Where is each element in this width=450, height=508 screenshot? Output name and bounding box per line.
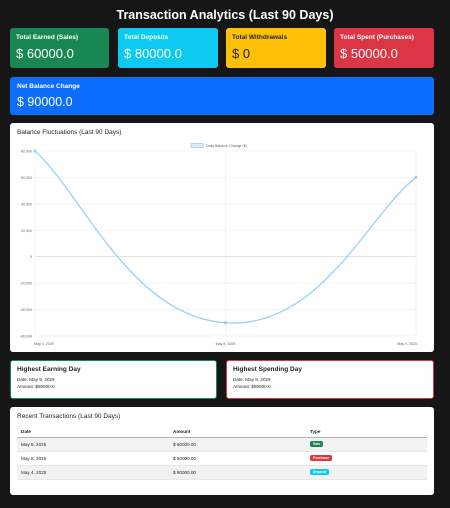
stat-label: Total Deposits [124,34,169,41]
x-tick-label: May 8, 2025 [216,342,236,346]
table-header-row: Date Amount Type [17,426,427,438]
column-header-amount: Amount [169,426,306,438]
row-date: May 9, 2025 [17,437,169,452]
stat-label: Total Earned (Sales) [16,34,79,41]
y-tick-label: 20,000 [21,229,32,233]
balance-line-chart: 80,000 60,000 40,000 20,000 0 -20,000 -40,000 -… [20,143,418,346]
transactions-table: Date Amount Type May 9, 2025 $ 60000.00 … [17,426,427,480]
stat-value: $ 80000.0 [124,46,182,61]
stat-label: Total Spent (Purchases) [340,34,414,41]
stat-card-total-earned: Total Earned (Sales) $ 60000.0 [10,28,109,68]
stat-label: Total Withdrawals [232,34,288,41]
y-tick-label: -60,000 [20,335,32,339]
net-balance-label: Net Balance Change [17,83,80,90]
y-tick-label: 0 [30,255,32,259]
balance-chart-panel: Balance Fluctuations (Last 90 Days) 80,0… [10,123,434,352]
data-point [414,175,418,180]
stat-value: $ 50000.0 [340,46,398,61]
highest-spending-date: Date: May 8, 2025 [233,377,271,382]
stat-value: $ 60000.0 [16,46,74,61]
table-row: May 8, 2025 $ 50000.00 Purchase [17,451,427,466]
page-title: Transaction Analytics (Last 90 Days) [116,8,334,22]
x-tick-label: May 4, 2025 [34,342,54,346]
x-tick-label: May 9, 2025 [397,342,417,346]
y-tick-label: -40,000 [20,308,32,312]
stat-card-total-deposits: Total Deposits $ 80000.0 [118,28,218,68]
data-point [223,321,228,325]
row-amount: $ 80000.00 [169,465,306,480]
legend-label: Daily Balance Change ($) [206,144,247,148]
table-row: May 9, 2025 $ 60000.00 Sale [17,437,427,452]
y-tick-label: 80,000 [21,150,32,154]
net-balance-card: Net Balance Change $ 90000.0 [10,77,434,115]
stat-value: $ 0 [232,46,251,61]
y-tick-label: 40,000 [21,202,32,206]
transactions-title: Recent Transactions (Last 90 Days) [17,413,121,420]
highest-earning-date: Date: May 9, 2025 [17,377,55,382]
highest-spending-card: Highest Spending Day Date: May 8, 2025 A… [226,360,434,399]
row-amount: $ 60000.00 [169,437,306,452]
column-header-date: Date [17,426,169,438]
stat-card-total-spent: Total Spent (Purchases) $ 50000.0 [334,28,434,68]
highest-earning-card: Highest Earning Day Date: May 9, 2025 Am… [10,360,217,399]
type-badge: Sale [310,441,324,447]
column-header-type: Type [306,426,427,438]
table-row: May 4, 2025 $ 80000.00 Deposit [17,465,427,480]
row-date: May 8, 2025 [17,451,169,466]
highest-spending-title: Highest Spending Day [233,366,302,373]
type-badge: Purchase [310,455,333,461]
y-tick-label: 60,000 [21,176,32,180]
legend-swatch [190,143,204,148]
highest-spending-amount: Amount: $50000.0 [233,384,271,389]
recent-transactions-panel: Recent Transactions (Last 90 Days) Date … [10,407,434,495]
row-amount: $ 50000.00 [169,451,306,466]
type-badge: Deposit [310,469,330,475]
y-tick-label: -20,000 [20,282,32,286]
data-point [33,149,37,153]
row-date: May 4, 2025 [17,465,169,480]
highest-earning-amount: Amount: $60000.0 [17,384,55,389]
highest-earning-title: Highest Earning Day [17,366,81,373]
stat-card-total-withdrawals: Total Withdrawals $ 0 [226,28,326,68]
net-balance-value: $ 90000.0 [17,95,73,109]
